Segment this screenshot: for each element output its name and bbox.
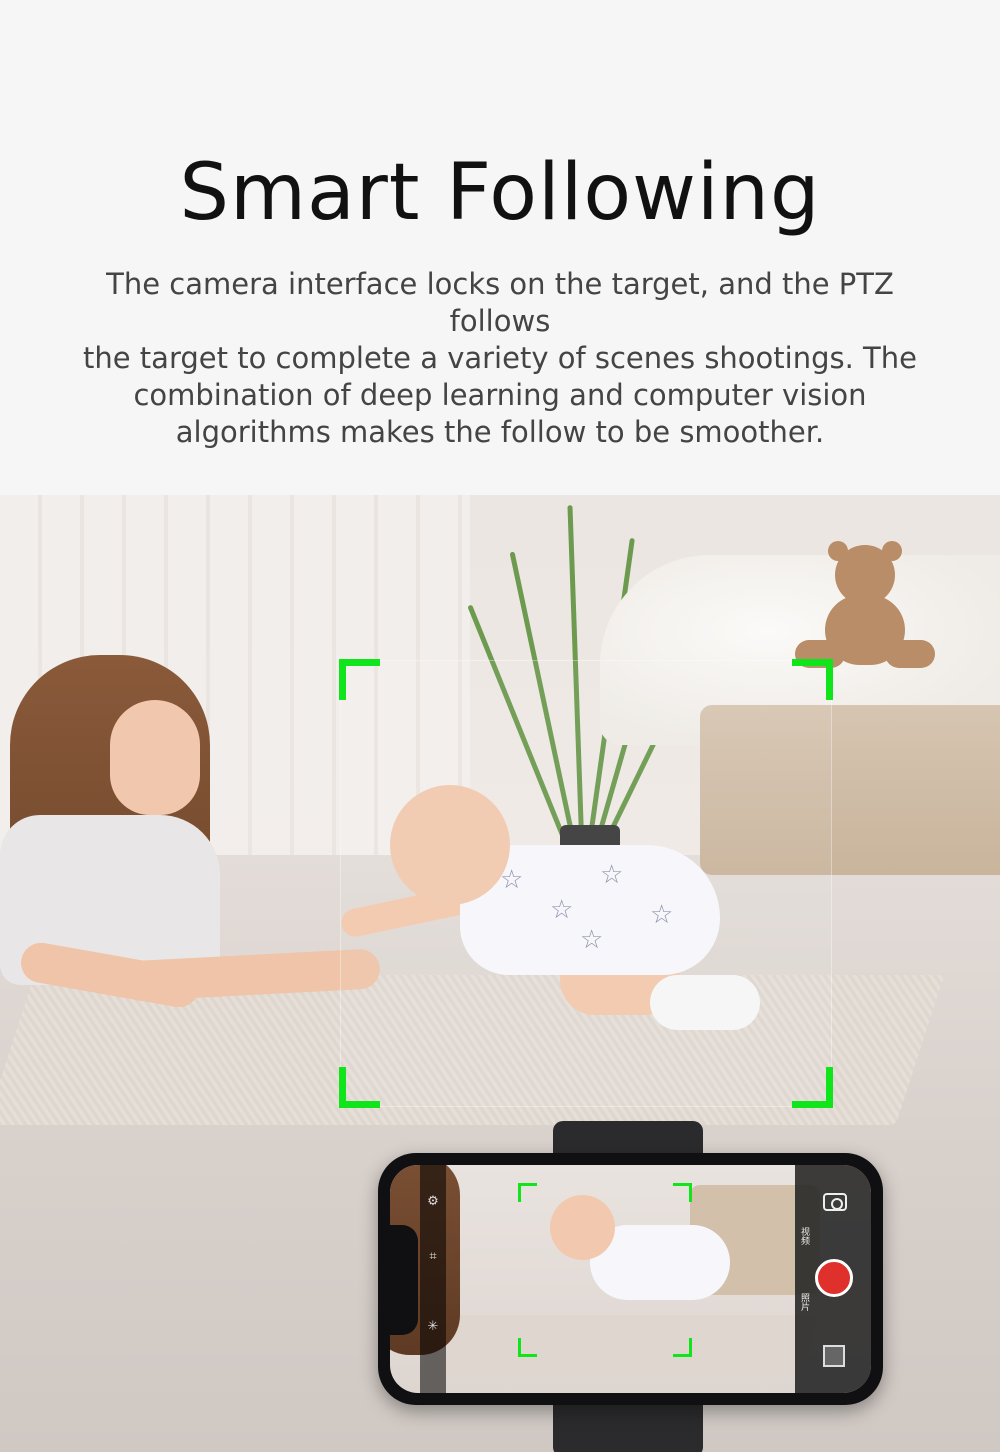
switch-camera-icon[interactable]: [823, 1193, 847, 1211]
teddy-bear: [790, 541, 935, 675]
phone-notch: [390, 1225, 418, 1335]
mode-label-photo[interactable]: 照片: [797, 1293, 811, 1311]
smartphone: ⚙ ⌗ ✳ 视频 照片: [378, 1153, 883, 1405]
frame-corner: [792, 659, 833, 700]
frame-corner: [792, 1067, 833, 1108]
mini-tracking-frame: [518, 1183, 692, 1357]
settings-icon[interactable]: ⚙: [426, 1195, 440, 1209]
feature-description: The camera interface locks on the target…: [60, 266, 940, 451]
record-button[interactable]: [815, 1259, 853, 1297]
product-scene-image: ☆ ☆ ☆ ☆ ☆ ⚙ ⌗ ✳ 视频 照片: [0, 495, 1000, 1452]
frame-corner: [339, 1067, 380, 1108]
camera-right-toolbar: 视频 照片: [795, 1165, 871, 1393]
gimbal-clamp-bottom: [553, 1397, 703, 1452]
description-line: combination of deep learning and compute…: [133, 378, 867, 412]
description-line: The camera interface locks on the target…: [106, 267, 894, 338]
bluetooth-icon[interactable]: ✳: [426, 1320, 440, 1334]
page-title: Smart Following: [179, 148, 821, 238]
tracking-frame: [339, 659, 833, 1108]
camera-preview-screen: ⚙ ⌗ ✳ 视频 照片: [390, 1165, 871, 1393]
gallery-thumbnail-icon[interactable]: [823, 1345, 845, 1367]
mode-label-video[interactable]: 视频: [797, 1227, 811, 1245]
frame-corner: [339, 659, 380, 700]
header-section: Smart Following The camera interface loc…: [0, 0, 1000, 495]
description-line: algorithms makes the follow to be smooth…: [175, 415, 825, 449]
camera-left-toolbar: ⚙ ⌗ ✳: [420, 1165, 446, 1393]
focus-icon[interactable]: ⌗: [426, 1250, 440, 1264]
mother: [0, 655, 381, 1035]
description-line: the target to complete a variety of scen…: [83, 341, 917, 375]
